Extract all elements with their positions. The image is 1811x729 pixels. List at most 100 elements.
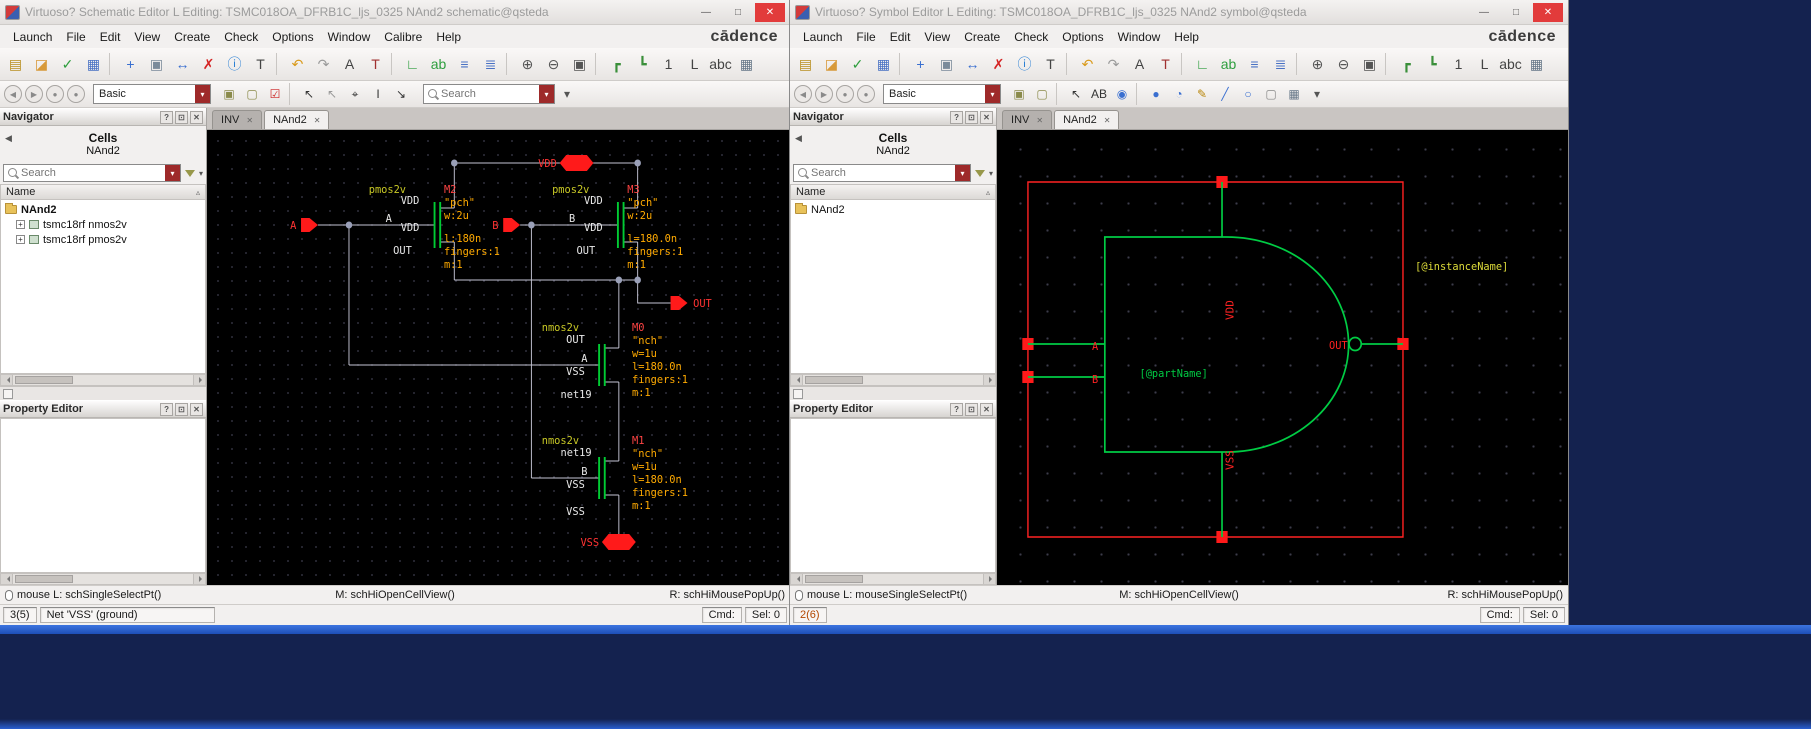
zoom-fit-icon[interactable]: ▣	[567, 52, 592, 77]
titlebar[interactable]: Virtuoso? Schematic Editor L Editing: TS…	[0, 0, 790, 25]
redo-icon[interactable]: ↷	[311, 52, 336, 77]
toolbar-separator[interactable]	[109, 53, 115, 75]
zoom-out-icon[interactable]: ⊖	[1331, 52, 1356, 77]
menu-item[interactable]: View	[127, 27, 167, 47]
toolbar-separator[interactable]	[391, 53, 397, 75]
m3-fingers[interactable]: fingers:1	[627, 245, 683, 258]
panel-close-icon[interactable]: ✕	[190, 110, 204, 124]
select-cursor-icon[interactable]: ↖	[1065, 83, 1087, 105]
pin-a-label[interactable]: A	[290, 219, 297, 232]
m0-mult[interactable]: m:1	[632, 386, 651, 399]
search-dropdown-icon[interactable]: ▾	[165, 165, 180, 181]
ascend-icon[interactable]: L	[682, 52, 707, 77]
tree-item-nmos[interactable]: + tsmc18rf nmos2v	[1, 217, 205, 232]
menu-item[interactable]: Launch	[6, 27, 59, 47]
toolbar-search[interactable]: ▾	[423, 84, 555, 104]
tab[interactable]: NAnd2 ✕	[1054, 110, 1120, 129]
zoom-out-icon[interactable]: ⊖	[541, 52, 566, 77]
route-flight-icon[interactable]: ┗	[630, 52, 655, 77]
menu-item[interactable]: Edit	[883, 27, 918, 47]
expander-icon[interactable]: +	[16, 235, 25, 244]
abc-icon[interactable]: abc	[1498, 52, 1523, 77]
next-view-icon[interactable]: ▶	[25, 85, 43, 103]
ascend-icon[interactable]: L	[1472, 52, 1497, 77]
m1-name[interactable]: M1	[632, 434, 644, 447]
scroll-thumb[interactable]	[15, 575, 73, 583]
check-save-icon[interactable]: ✓	[55, 52, 80, 77]
titlebar[interactable]: Virtuoso? Symbol Editor L Editing: TSMC0…	[790, 0, 1568, 25]
m3-mult[interactable]: m:1	[627, 258, 646, 271]
stretch-icon[interactable]: ↔	[960, 52, 985, 77]
scroll-right-button[interactable]	[193, 574, 206, 584]
property-editor-header[interactable]: Property Editor ? ⊡ ✕	[790, 400, 997, 418]
label-icon[interactable]: T	[363, 52, 388, 77]
m3-source[interactable]: VDD	[584, 194, 603, 207]
panel-help-icon[interactable]: ?	[950, 402, 964, 416]
layer-icon[interactable]: ▣	[218, 83, 240, 105]
property-editor-hscrollbar[interactable]	[790, 573, 997, 585]
navigator-search-input[interactable]	[811, 167, 953, 179]
tab-close-icon[interactable]: ✕	[314, 116, 321, 125]
workspace-combo[interactable]: Basic ▾	[883, 84, 1001, 104]
m3-model[interactable]: "pch"	[627, 196, 658, 209]
toolbar-separator[interactable]	[1066, 53, 1072, 75]
panel-float-icon[interactable]: ⊡	[965, 402, 979, 416]
open-icon[interactable]: ◪	[29, 52, 54, 77]
distribute-icon[interactable]: ≣	[478, 52, 503, 77]
toolbar-separator[interactable]	[1181, 53, 1187, 75]
panel-help-icon[interactable]: ?	[160, 110, 174, 124]
undo-icon[interactable]: ↶	[1075, 52, 1100, 77]
property-editor-header[interactable]: Property Editor ? ⊡ ✕	[0, 400, 207, 418]
pin-icon[interactable]: ◉	[1111, 83, 1133, 105]
panel-corner-icon[interactable]	[3, 388, 13, 399]
distribute-icon[interactable]: ≣	[1268, 52, 1293, 77]
collapse-arrow-icon[interactable]: ◀	[5, 133, 12, 144]
menu-item[interactable]: Check	[217, 27, 265, 47]
panel-float-icon[interactable]: ⊡	[175, 402, 189, 416]
prev-view-icon[interactable]: ◀	[4, 85, 22, 103]
menu-item[interactable]: Edit	[93, 27, 128, 47]
filter-dropdown-icon[interactable]: ▾	[199, 169, 203, 178]
undo-icon[interactable]: ↶	[285, 52, 310, 77]
select-cursor-icon[interactable]: ↖	[298, 83, 320, 105]
close-button[interactable]: ✕	[755, 2, 785, 22]
stretch-cursor-icon[interactable]: ↘	[390, 83, 412, 105]
m0-gate[interactable]: A	[581, 352, 588, 365]
schematic-labels[interactable]: VDD VSS A B OUT pmos2v VDD M2 "pch" w:2u…	[290, 157, 712, 549]
zoom-fit-icon[interactable]: ▣	[1357, 52, 1382, 77]
toolbar-separator[interactable]	[899, 53, 905, 75]
minimize-button[interactable]: —	[691, 3, 721, 22]
arc-icon[interactable]: ◔	[1168, 83, 1190, 105]
m1-bulk[interactable]: VSS	[566, 478, 585, 491]
menu-item[interactable]: Help	[429, 27, 468, 47]
navigator-search[interactable]: ▾	[793, 164, 971, 182]
save-icon[interactable]: ▦	[81, 52, 106, 77]
scroll-left-button[interactable]	[1, 574, 13, 584]
scroll-track[interactable]	[803, 574, 983, 584]
scroll-thumb[interactable]	[805, 575, 863, 583]
m0-source[interactable]: net19	[561, 388, 592, 401]
new-file-icon[interactable]: ▤	[3, 52, 28, 77]
expander-icon[interactable]: +	[16, 220, 25, 229]
panel-close-icon[interactable]: ✕	[190, 402, 204, 416]
sort-icon[interactable]: ▵	[196, 188, 200, 197]
scroll-track[interactable]	[803, 375, 983, 385]
m0-width[interactable]: w=1u	[632, 347, 657, 360]
tree-name-header[interactable]: Name ▵	[0, 184, 207, 200]
descend-icon[interactable]: 1	[656, 52, 681, 77]
menu-item[interactable]: Window	[1111, 27, 1168, 47]
text-cursor-icon[interactable]: I	[367, 83, 389, 105]
selection-handles[interactable]	[1022, 176, 1409, 543]
scroll-left-button[interactable]	[791, 375, 803, 385]
panel-close-icon[interactable]: ✕	[980, 402, 994, 416]
wire-name-icon[interactable]: ab	[426, 52, 451, 77]
m2-drain[interactable]: OUT	[393, 244, 412, 257]
m1-model[interactable]: "nch"	[632, 447, 663, 460]
scroll-right-button[interactable]	[983, 574, 996, 584]
save-icon[interactable]: ▦	[871, 52, 896, 77]
filter-dropdown-icon[interactable]: ▾	[989, 169, 993, 178]
probe-cursor-icon[interactable]: ⌖	[344, 83, 366, 105]
property-editor-body[interactable]	[0, 418, 207, 573]
layer-alt-icon[interactable]: ▢	[1031, 83, 1053, 105]
table-icon[interactable]: ▦	[1283, 83, 1305, 105]
